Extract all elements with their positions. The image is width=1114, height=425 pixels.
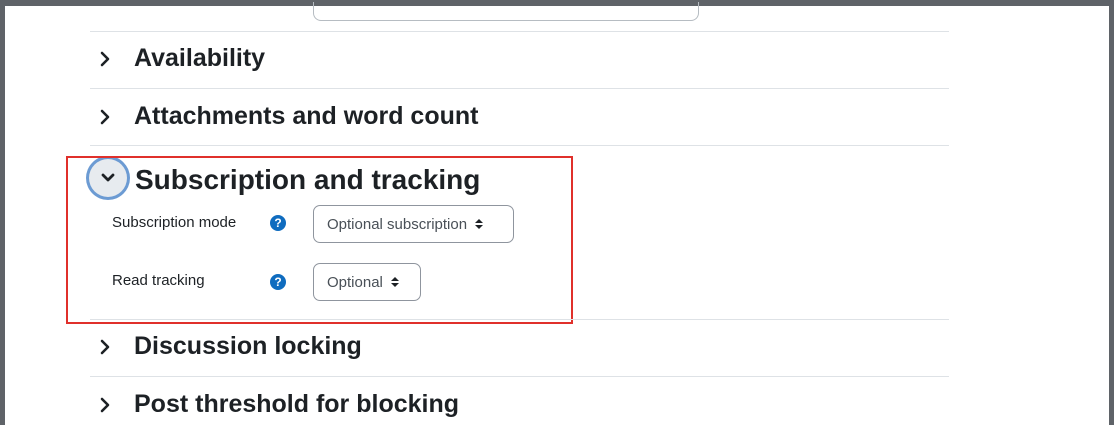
read-tracking-select[interactable]: Optional: [313, 263, 421, 301]
divider: [90, 88, 949, 89]
partial-input-field[interactable]: [313, 2, 699, 21]
chevron-right-icon: [93, 335, 117, 359]
section-post-threshold[interactable]: Post threshold for blocking: [93, 390, 459, 419]
window-frame: Availability Attachments and word count …: [0, 0, 1114, 425]
divider: [90, 319, 949, 320]
divider: [90, 376, 949, 377]
section-title: Attachments and word count: [134, 102, 479, 130]
read-tracking-value: Optional: [327, 273, 383, 291]
read-tracking-label: Read tracking: [112, 272, 205, 289]
section-availability[interactable]: Availability: [93, 44, 265, 73]
subscription-mode-label: Subscription mode: [112, 214, 237, 231]
section-discussion-locking[interactable]: Discussion locking: [93, 332, 362, 361]
question-circle-icon[interactable]: ?: [270, 215, 286, 231]
question-circle-icon[interactable]: ?: [270, 274, 286, 290]
section-attachments[interactable]: Attachments and word count: [93, 102, 478, 131]
chevron-down-icon[interactable]: [89, 159, 127, 197]
section-subscription-title[interactable]: Subscription and tracking: [135, 164, 480, 196]
chevron-right-icon: [93, 47, 117, 71]
subscription-mode-value: Optional subscription: [327, 215, 468, 233]
section-title: Post threshold for blocking: [134, 390, 460, 418]
divider: [90, 145, 949, 146]
subscription-mode-select[interactable]: Optional subscription: [313, 205, 514, 243]
divider: [90, 31, 949, 32]
section-title: Discussion locking: [134, 332, 362, 360]
sort-caret-icon: [475, 218, 484, 230]
chevron-right-icon: [93, 105, 117, 129]
chevron-right-icon: [93, 393, 117, 417]
sort-caret-icon: [390, 276, 399, 288]
section-title: Availability: [134, 44, 266, 72]
